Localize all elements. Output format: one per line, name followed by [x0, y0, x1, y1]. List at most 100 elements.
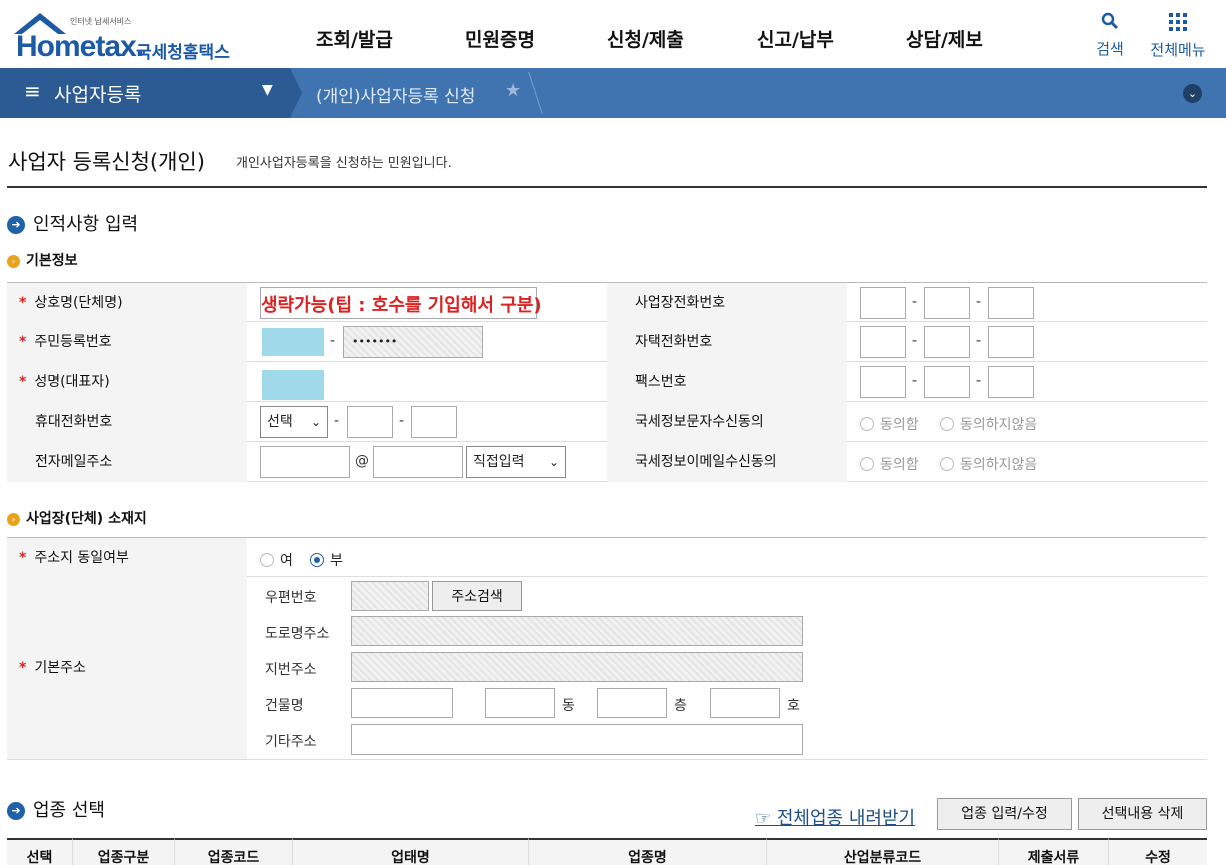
address-heading-text: 사업장(단체) 소재지: [26, 511, 147, 527]
col-classification-code: 산업분류코드: [767, 838, 999, 865]
logo-wordmark: Hometax.: [16, 30, 144, 63]
all-menu-button[interactable]: 전체메뉴: [1146, 10, 1210, 60]
gnb-certificate[interactable]: 민원증명: [465, 25, 535, 52]
dash: -: [976, 294, 982, 310]
mobile-prefix-select[interactable]: 선택 ⌄: [260, 406, 328, 438]
address-search-button[interactable]: 주소검색: [432, 581, 522, 611]
col-industry-name: 업종명: [529, 838, 767, 865]
label-home-phone: 자택전화번호: [607, 322, 847, 362]
label-sms-consent: 국세정보문자수신동의: [607, 402, 847, 442]
form-row-same-address: * 주소지 동일여부 여 부: [7, 537, 1207, 578]
name-input[interactable]: [262, 370, 324, 400]
same-yes-radio[interactable]: 여: [260, 550, 293, 570]
hamburger-icon: ≡: [24, 79, 41, 103]
form-row-rrn: * 주민등록번호 - ••••••• 자택전화번호 - -: [7, 322, 1207, 362]
etc-address-label: 기타주소: [265, 734, 317, 750]
basic-info-heading-text: 기본정보: [26, 253, 78, 269]
building-input[interactable]: [351, 688, 453, 718]
form-row-mobile: 휴대전화번호 선택 ⌄ - - 국세정보문자수신동의 동의함 동의하지않음: [7, 402, 1207, 442]
same-no-radio[interactable]: 부: [310, 550, 343, 570]
dash: -: [399, 413, 405, 429]
home-phone-3[interactable]: [988, 326, 1034, 358]
dash: -: [330, 333, 336, 349]
label-name: * 성명(대표자): [7, 362, 247, 402]
sms-disagree-radio[interactable]: 동의하지않음: [940, 414, 1037, 434]
biz-phone-1[interactable]: [860, 287, 906, 319]
gnb-inquiry[interactable]: 조회/발급: [316, 25, 393, 52]
section-dropdown[interactable]: ≡ 사업자등록 ▼: [0, 68, 290, 118]
identity-heading: ➜ 인적사항 입력: [7, 210, 138, 236]
email-id-input[interactable]: [260, 446, 350, 478]
form-row-base-address: * 기본주소 우편번호 주소검색 도로명주소 지번주소 건물명 동 층 호 기타주…: [7, 577, 1207, 760]
delete-selection-button[interactable]: 선택내용 삭제: [1078, 798, 1207, 830]
mobile-3[interactable]: [411, 406, 457, 438]
gnb-consult[interactable]: 상담/제보: [906, 25, 983, 52]
fax-3[interactable]: [988, 366, 1034, 398]
label-biz-phone: 사업장전화번호: [607, 283, 847, 323]
home-phone-1[interactable]: [860, 326, 906, 358]
floor-input[interactable]: [597, 688, 667, 718]
email-domain-input[interactable]: [373, 446, 463, 478]
download-industry-link[interactable]: ☞ 전체업종 내려받기: [755, 804, 915, 830]
etc-address-input[interactable]: [351, 724, 803, 755]
email-at: @: [355, 453, 369, 469]
address-heading: › 사업장(단체) 소재지: [7, 508, 147, 528]
industry-heading-text: 업종 선택: [33, 800, 105, 821]
home-phone-2[interactable]: [924, 326, 970, 358]
mobile-2[interactable]: [347, 406, 393, 438]
email-disagree-radio[interactable]: 동의하지않음: [940, 454, 1037, 474]
gnb-apply[interactable]: 신청/제출: [607, 25, 684, 52]
dash: -: [334, 413, 340, 429]
rrn-back-input[interactable]: •••••••: [343, 326, 483, 358]
biz-phone-2[interactable]: [924, 287, 970, 319]
form-row-company: * 상호명(단체명) 생략가능(팁 : 호수를 기입해서 구분) 사업장전화번호 …: [7, 282, 1207, 323]
col-industry-type: 업종구분: [73, 838, 175, 865]
search-button[interactable]: 검색: [1094, 10, 1126, 59]
location-bar: ≡ 사업자등록 ▼ (개인)사업자등록 신청 ★ ⌄: [0, 68, 1226, 118]
sms-agree-radio[interactable]: 동의함: [860, 414, 919, 434]
jibun-address-input[interactable]: [351, 652, 803, 682]
label-email-consent: 국세정보이메일수신동의: [607, 442, 847, 482]
identity-heading-text: 인적사항 입력: [33, 214, 139, 235]
bullet-icon: ›: [7, 255, 20, 268]
col-select: 선택: [7, 838, 73, 865]
zip-input[interactable]: [351, 581, 429, 611]
form-row-name: * 성명(대표자) 팩스번호 - -: [7, 362, 1207, 402]
road-address-label: 도로명주소: [265, 626, 330, 642]
road-address-input[interactable]: [351, 616, 803, 646]
industry-heading: ➜ 업종 선택: [7, 796, 105, 822]
industry-edit-button[interactable]: 업종 입력/수정: [937, 798, 1072, 830]
email-agree-radio[interactable]: 동의함: [860, 454, 919, 474]
dong-input[interactable]: [485, 688, 555, 718]
biz-phone-3[interactable]: [988, 287, 1034, 319]
company-note: 생략가능(팁 : 호수를 기입해서 구분): [261, 295, 542, 316]
form-row-email: 전자메일주소 @ 직접입력 ⌄ 국세정보이메일수신동의 동의함 동의하지않음: [7, 442, 1207, 482]
dash: -: [912, 294, 918, 310]
floor-label: 층: [674, 698, 687, 714]
nav-divider: [290, 68, 302, 118]
email-domain-select[interactable]: 직접입력 ⌄: [466, 446, 566, 478]
breadcrumb-current[interactable]: (개인)사업자등록 신청: [316, 82, 475, 107]
label-mobile: 휴대전화번호: [7, 402, 247, 442]
bullet-icon: ›: [7, 513, 20, 526]
rrn-front-input[interactable]: [262, 328, 324, 356]
fax-2[interactable]: [924, 366, 970, 398]
grid-menu-icon: [1169, 13, 1187, 31]
logo-subtitle: 국세청홈택스: [136, 43, 230, 63]
gnb-report-pay[interactable]: 신고/납부: [757, 25, 834, 52]
dash: -: [912, 333, 918, 349]
col-business-type: 업태명: [293, 838, 529, 865]
label-same-address: * 주소지 동일여부: [7, 538, 247, 578]
top-header: 인터넷 납세서비스 Hometax. 국세청홈택스 조회/발급 민원증명 신청/…: [0, 0, 1226, 68]
ho-input[interactable]: [710, 688, 780, 718]
arrow-circle-icon: ➜: [7, 216, 25, 234]
label-base-address: * 기본주소: [7, 577, 247, 759]
hometax-logo[interactable]: 인터넷 납세서비스 Hometax. 국세청홈택스: [6, 8, 236, 64]
favorite-star-icon[interactable]: ★: [505, 80, 521, 101]
fax-1[interactable]: [860, 366, 906, 398]
col-industry-code: 업종코드: [175, 838, 293, 865]
logo-tagline: 인터넷 납세서비스: [70, 17, 132, 26]
page-description: 개인사업자등록을 신청하는 민원입니다.: [236, 156, 452, 171]
zip-label: 우편번호: [265, 590, 317, 606]
expand-chevron-icon[interactable]: ⌄: [1183, 84, 1202, 103]
